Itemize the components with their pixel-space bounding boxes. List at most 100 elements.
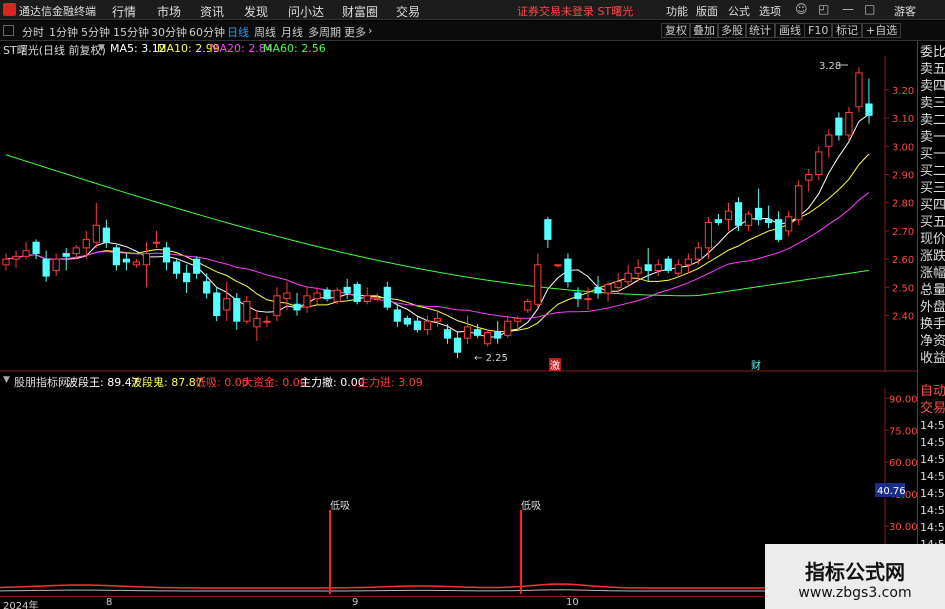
candle[interactable] [303, 287, 311, 313]
candle[interactable] [42, 250, 50, 282]
tab-monthly[interactable]: 月线 [281, 24, 303, 40]
candle[interactable] [694, 242, 702, 265]
tab-weekly[interactable]: 周线 [254, 24, 276, 40]
candle[interactable] [283, 281, 291, 310]
candle[interactable] [383, 281, 391, 310]
auto-trade-label[interactable]: 自动 [920, 384, 945, 400]
candle[interactable] [183, 264, 191, 293]
zoom-icon[interactable]: ⊕ [866, 56, 874, 57]
candle[interactable] [524, 298, 532, 313]
candle[interactable] [584, 287, 592, 310]
candle[interactable] [273, 287, 281, 322]
menu-banmian[interactable]: 版面 [696, 3, 718, 19]
candle[interactable] [313, 287, 321, 305]
candle[interactable] [544, 216, 552, 248]
candle[interactable] [12, 250, 20, 268]
candle[interactable] [102, 219, 110, 248]
minimize-icon[interactable]: — [842, 2, 854, 16]
candle[interactable] [253, 309, 261, 341]
candle[interactable] [734, 197, 743, 231]
menu-wenxiaoda[interactable]: 问小达 [288, 3, 324, 20]
f10-button[interactable]: F10 [804, 23, 833, 38]
candle[interactable] [172, 259, 181, 279]
duogu-button[interactable]: 多股 [717, 23, 747, 38]
fuquan-button[interactable]: 复权 [661, 23, 691, 38]
tab-30min[interactable]: 30分钟 [151, 24, 187, 40]
candle[interactable] [664, 256, 672, 274]
candle[interactable] [333, 287, 341, 305]
candle[interactable] [795, 180, 803, 226]
candle[interactable] [845, 106, 853, 141]
candle[interactable] [343, 278, 351, 299]
candle[interactable] [564, 253, 572, 288]
candle[interactable] [825, 129, 833, 158]
candle[interactable] [835, 112, 843, 141]
candle[interactable] [132, 259, 141, 268]
candle[interactable] [2, 253, 10, 271]
candle[interactable] [674, 259, 682, 277]
candle[interactable] [604, 281, 612, 302]
candle[interactable] [363, 287, 371, 305]
candle[interactable] [403, 315, 411, 327]
menu-gongshi[interactable]: 公式 [728, 3, 750, 19]
candle[interactable] [494, 321, 502, 344]
guest-label[interactable]: 游客 [894, 3, 916, 19]
candle[interactable] [152, 230, 161, 248]
candle[interactable] [484, 329, 492, 347]
restore-icon[interactable]: □ [864, 2, 875, 16]
candle[interactable] [714, 214, 723, 226]
candle[interactable] [122, 253, 131, 271]
menu-jiaoyi[interactable]: 交易 [396, 3, 420, 20]
candle[interactable] [554, 264, 562, 268]
add-watchlist-button[interactable]: +自选 [862, 23, 902, 38]
tab-fenshi[interactable]: 分时 [22, 24, 44, 40]
huaxian-button[interactable]: 画线 [775, 23, 805, 38]
candle[interactable] [865, 78, 873, 124]
candle[interactable] [765, 205, 773, 229]
auto-trade-label[interactable]: 交易 [920, 401, 945, 417]
candle[interactable] [112, 245, 120, 271]
candle[interactable] [92, 202, 100, 248]
tab-5min[interactable]: 5分钟 [81, 24, 110, 40]
candle[interactable] [534, 253, 542, 308]
candle[interactable] [413, 315, 422, 333]
cai-marker[interactable]: 财 [751, 359, 761, 372]
candle[interactable] [203, 273, 211, 299]
tab-multi-period[interactable]: 多周期 [308, 24, 341, 40]
candle[interactable] [162, 242, 171, 271]
candle[interactable] [855, 67, 863, 113]
candle[interactable] [453, 332, 462, 358]
candle[interactable] [193, 256, 201, 279]
menu-gongneng[interactable]: 功能 [666, 3, 688, 19]
biaoji-button[interactable]: 标记 [832, 23, 862, 38]
diejia-button[interactable]: 叠加 [689, 23, 719, 38]
menu-caifuquan[interactable]: 财富圈 [342, 3, 378, 20]
candle[interactable] [654, 259, 662, 277]
candle[interactable] [775, 211, 783, 243]
candle[interactable] [52, 253, 60, 277]
tongji-button[interactable]: 统计 [745, 23, 775, 38]
candlestick-chart[interactable]: 3.20 3.10 3.00 2.90 2.80 2.70 2.60 2.50 2.40 3.2… [0, 56, 917, 372]
panel-toggle-icon[interactable] [3, 25, 14, 36]
candle[interactable] [142, 242, 151, 288]
candle[interactable] [22, 242, 30, 260]
candle[interactable] [724, 202, 733, 231]
candle[interactable] [233, 293, 241, 330]
candle[interactable] [263, 315, 271, 327]
tab-15min[interactable]: 15分钟 [113, 24, 149, 40]
tab-more[interactable]: 更多 [344, 24, 366, 40]
candle[interactable] [815, 146, 823, 181]
candle[interactable] [423, 315, 432, 336]
chevron-down-icon[interactable]: ▼ [98, 43, 105, 53]
candle[interactable] [353, 281, 361, 305]
candle[interactable] [223, 281, 231, 322]
tab-1min[interactable]: 1分钟 [49, 24, 78, 40]
candle[interactable] [504, 315, 512, 339]
candle[interactable] [293, 293, 301, 316]
more-chevron-icon[interactable]: › [368, 24, 372, 37]
menu-shichang[interactable]: 市场 [157, 3, 181, 20]
candle[interactable] [213, 287, 221, 322]
candle[interactable] [744, 211, 753, 231]
candle[interactable] [594, 276, 602, 299]
menu-faxian[interactable]: 发现 [244, 3, 268, 20]
